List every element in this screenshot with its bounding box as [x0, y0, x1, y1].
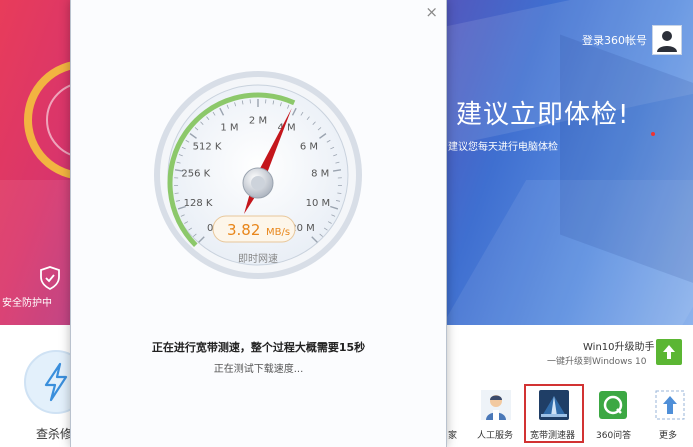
close-icon[interactable]: ×: [425, 3, 438, 21]
speed-test-highlight-box: [524, 384, 584, 443]
gauge-tick-label: 6 M: [300, 141, 318, 152]
customer-service-icon: [481, 390, 511, 420]
gauge-tick-label: 256 K: [181, 169, 210, 180]
checkup-subline: 建议您每天进行电脑体检: [448, 142, 558, 153]
shield-icon: [40, 266, 60, 290]
gauge-tick-label: 128 K: [184, 198, 213, 209]
status-main: 正在进行宽带测速，整个过程大概需要15秒: [151, 341, 366, 354]
status-sub: 正在测试下载速度...: [213, 364, 304, 375]
more-icon: [655, 390, 685, 420]
win10-upgrade-subtitle: 一键升级到Windows 10: [547, 357, 647, 367]
tool-qa-label: 360问答: [596, 431, 632, 441]
win10-upgrade-button[interactable]: [656, 339, 682, 365]
login-link[interactable]: 登录360帐号: [582, 32, 647, 48]
arrow-up-icon: [663, 345, 675, 359]
gauge-tick-label: 1 M: [220, 122, 238, 133]
gauge-tick-label: 512 K: [193, 141, 222, 152]
tool-more-label: 更多: [659, 431, 678, 441]
user-icon: [657, 31, 677, 52]
gauge-minor-tick: [337, 192, 342, 194]
gauge-tick-label: 10 M: [306, 198, 331, 209]
speed-test-dialog: × 0K128 K256 K512 K1 M2 M4 M6 M8 M10 M20…: [70, 0, 447, 447]
speed-unit: MB/s: [266, 227, 290, 238]
partial-tool-label: 家: [448, 431, 458, 441]
gauge-tick-label: 8 M: [311, 169, 329, 180]
checkup-headline: 建议立即体检!: [456, 100, 630, 130]
gauge-minor-tick: [174, 192, 179, 194]
gauge-tick-label: 2 M: [249, 116, 267, 127]
scan-repair-label: 查杀修: [36, 427, 73, 441]
gauge-caption: 即时网速: [238, 253, 278, 265]
tool-customer-service-label: 人工服务: [477, 431, 514, 441]
avatar[interactable]: [652, 25, 682, 55]
win10-upgrade-title[interactable]: Win10升级助手: [583, 338, 655, 353]
speed-value: 3.82: [227, 221, 260, 239]
decorative-dot: [651, 132, 655, 136]
qa-icon: [599, 391, 627, 419]
speed-gauge: 0K128 K256 K512 K1 M2 M4 M6 M8 M10 M20 M…: [154, 71, 362, 279]
